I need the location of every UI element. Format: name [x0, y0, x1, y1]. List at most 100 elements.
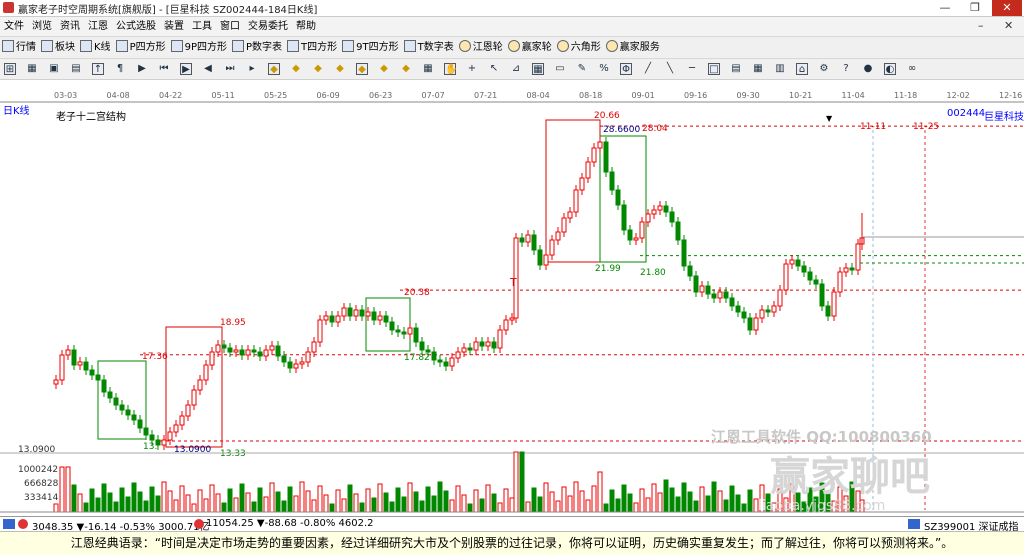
- toolbar-hexagon[interactable]: 六角形: [555, 37, 604, 58]
- toolbar-p-square[interactable]: P四方形: [114, 37, 169, 58]
- up-arrow-icon[interactable]: ↑: [92, 63, 104, 75]
- 9p-square-icon: [170, 40, 183, 52]
- line1-icon[interactable]: ╱: [642, 63, 654, 75]
- toolbar-kline[interactable]: K线: [78, 37, 114, 58]
- first-icon[interactable]: ⏮: [158, 63, 170, 75]
- volume-bar: [413, 491, 419, 513]
- volume-bar: [293, 495, 299, 513]
- palette-icon[interactable]: ◐: [884, 63, 896, 75]
- grid-icon[interactable]: ▦: [422, 63, 434, 75]
- sz-market-icon: [194, 519, 204, 529]
- diamond4-icon[interactable]: ◆: [334, 63, 346, 75]
- zoom-out-icon[interactable]: ▤: [70, 63, 82, 75]
- toolbar-quotes[interactable]: 行情: [0, 37, 39, 58]
- chart-area[interactable]: 03-03 04-08 04-22 05-11 05-25 06-09 06-23 07-07…: [0, 80, 1024, 515]
- candle-body: [407, 327, 413, 335]
- candle-body: [395, 329, 401, 333]
- date-tick: 11-18: [894, 91, 917, 100]
- menu-tools[interactable]: 工具: [188, 17, 216, 36]
- menu-browse[interactable]: 浏览: [28, 17, 56, 36]
- grid-icon[interactable]: [3, 519, 15, 529]
- step-icon[interactable]: ▸: [246, 63, 258, 75]
- mdi-close-button[interactable]: ✕: [1004, 19, 1013, 32]
- candle-body: [449, 357, 455, 367]
- candle-body: [825, 305, 831, 317]
- candle-body: [813, 279, 819, 285]
- mdi-minimize-button[interactable]: –: [978, 19, 984, 32]
- next-icon[interactable]: ▶: [180, 63, 192, 75]
- rect-icon[interactable]: □: [708, 63, 720, 75]
- candle-body: [401, 331, 407, 335]
- candle-body: [549, 239, 555, 256]
- cursor-icon[interactable]: ↖: [488, 63, 500, 75]
- toolbar-t-table[interactable]: T数字表: [402, 37, 457, 58]
- dropdown-arrow-icon[interactable]: ▼: [826, 114, 832, 123]
- minimize-button[interactable]: —: [930, 0, 960, 16]
- last-icon[interactable]: ⏭: [224, 63, 236, 75]
- diamond3-icon[interactable]: ◆: [312, 63, 324, 75]
- candle-body: [413, 327, 419, 343]
- diamond6-icon[interactable]: ◆: [378, 63, 390, 75]
- toolbar-t-square[interactable]: T四方形: [285, 37, 340, 58]
- maximize-button[interactable]: ❐: [960, 0, 990, 16]
- pencil-icon[interactable]: ✎: [576, 63, 588, 75]
- candle-body: [257, 351, 263, 357]
- menu-window[interactable]: 窗口: [216, 17, 244, 36]
- candle-body: [573, 189, 579, 213]
- candle-body: [59, 354, 65, 381]
- volume-bar: [567, 495, 573, 513]
- play-icon[interactable]: ▶: [136, 63, 148, 75]
- ruler-icon[interactable]: ▭: [554, 63, 566, 75]
- table-icon[interactable]: ▦: [26, 63, 38, 75]
- volume-bar: [723, 499, 729, 513]
- gann-fan-icon[interactable]: ⊿: [510, 63, 522, 75]
- menu-info[interactable]: 资讯: [56, 17, 84, 36]
- close-button[interactable]: ✕: [992, 0, 1022, 16]
- save-icon[interactable]: ▦: [752, 63, 764, 75]
- lock-icon[interactable]: ⌂: [796, 63, 808, 75]
- diamond5-icon[interactable]: ◆: [356, 63, 368, 75]
- volume-bar: [395, 487, 401, 513]
- diamond7-icon[interactable]: ◆: [400, 63, 412, 75]
- calc-icon[interactable]: ▤: [730, 63, 742, 75]
- diamond1-icon[interactable]: ◆: [268, 63, 280, 75]
- toolbar-winner-wheel[interactable]: 赢家轮: [506, 37, 555, 58]
- text-icon[interactable]: ¶: [114, 63, 126, 75]
- toolbar-gann-wheel[interactable]: 江恩轮: [457, 37, 506, 58]
- volume-bar: [173, 499, 179, 513]
- toolbar-9p-square[interactable]: 9P四方形: [169, 37, 230, 58]
- menu-setup[interactable]: 装置: [160, 17, 188, 36]
- gear-icon[interactable]: ⚙: [818, 63, 830, 75]
- candle-body: [281, 355, 287, 363]
- menu-file[interactable]: 文件: [0, 17, 28, 36]
- toolbar-9p-square-label: 9P四方形: [184, 42, 227, 53]
- candle-body: [591, 147, 597, 163]
- toolbar-9t-square[interactable]: 9T四方形: [340, 37, 401, 58]
- hand-icon[interactable]: ✋: [444, 63, 457, 75]
- toolbar-sector[interactable]: 板块: [39, 37, 78, 58]
- diamond2-icon[interactable]: ◆: [290, 63, 302, 75]
- toolbar-winner-service[interactable]: 赢家服务: [604, 37, 663, 58]
- help-icon[interactable]: ?: [840, 63, 852, 75]
- menu-trade[interactable]: 交易委托: [244, 17, 292, 36]
- color-icon[interactable]: ●: [862, 63, 874, 75]
- chain-icon[interactable]: ∞: [906, 63, 918, 75]
- chart-icon[interactable]: ⊞: [4, 63, 16, 75]
- volume-bar: [717, 490, 723, 513]
- line3-icon[interactable]: ─: [686, 63, 698, 75]
- menu-formula[interactable]: 公式选股: [112, 17, 160, 36]
- percent-icon[interactable]: %: [598, 63, 610, 75]
- grid2-icon[interactable]: ▦: [532, 63, 544, 75]
- menu-help[interactable]: 帮助: [292, 17, 320, 36]
- print-icon[interactable]: ▥: [774, 63, 786, 75]
- candle-body: [467, 347, 473, 351]
- candle-body: [119, 404, 125, 411]
- menu-gann[interactable]: 江恩: [84, 17, 112, 36]
- p-table-icon: [232, 40, 244, 52]
- zoom-in-icon[interactable]: ▣: [48, 63, 60, 75]
- line2-icon[interactable]: ╲: [664, 63, 676, 75]
- fib-icon[interactable]: Φ: [620, 63, 632, 75]
- plus-icon[interactable]: +: [466, 63, 478, 75]
- prev-icon[interactable]: ◀: [202, 63, 214, 75]
- toolbar-p-table[interactable]: P数字表: [230, 37, 285, 58]
